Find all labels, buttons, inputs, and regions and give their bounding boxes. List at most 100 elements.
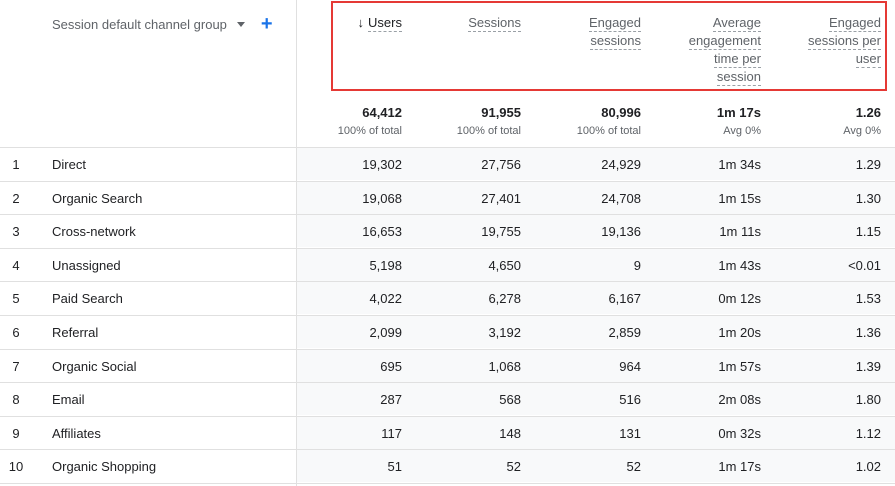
column-header-users[interactable]: ↓ Users xyxy=(300,14,402,33)
row-channel-name: Affiliates xyxy=(52,425,101,441)
table-row[interactable]: 4 Unassigned 5,198 4,650 9 1m 43s <0.01 xyxy=(0,247,895,281)
table-row[interactable]: 1 Direct 19,302 27,756 24,929 1m 34s 1.29 xyxy=(0,147,895,180)
table-bottom-border xyxy=(0,483,895,484)
row-channel-name: Organic Social xyxy=(52,358,137,374)
report-table: Session default channel group + ↓ Users S… xyxy=(0,0,895,486)
totals-row: 64,412 91,955 80,996 1m 17s 1.26 100% of… xyxy=(0,100,895,147)
row-index: 1 xyxy=(12,157,20,172)
total-users: 64,412 xyxy=(362,105,402,120)
row-cell: 24,929 xyxy=(601,157,641,172)
row-cell: 516 xyxy=(619,392,641,408)
row-channel-name: Organic Search xyxy=(52,190,143,206)
row-cell: 1.30 xyxy=(855,190,881,206)
total-engaged-sessions: 80,996 xyxy=(601,105,641,120)
row-cell: 568 xyxy=(499,392,521,408)
row-cell: 1m 34s xyxy=(718,157,761,172)
table-row[interactable]: 10 Organic Shopping 51 52 52 1m 17s 1.02 xyxy=(0,449,895,483)
row-cell: 117 xyxy=(381,425,402,441)
row-channel-name: Cross-network xyxy=(52,224,136,240)
row-cell: 964 xyxy=(619,358,641,374)
row-index: 2 xyxy=(12,190,20,206)
row-cell: 3,192 xyxy=(488,325,521,340)
row-index: 8 xyxy=(12,392,20,408)
table-row[interactable]: 3 Cross-network 16,653 19,755 19,136 1m 11s 1.… xyxy=(0,214,895,248)
total-avg-engagement-time: 1m 17s xyxy=(716,105,761,120)
row-cell: 695 xyxy=(380,358,402,374)
row-cell: 1m 11s xyxy=(719,224,761,240)
table-row[interactable]: 5 Paid Search 4,022 6,278 6,167 0m 12s 1.53 xyxy=(0,281,895,315)
add-dimension-icon[interactable]: + xyxy=(261,14,273,34)
row-cell: 1.15 xyxy=(855,224,881,240)
row-channel-name: Unassigned xyxy=(52,257,121,273)
row-channel-name: Paid Search xyxy=(52,291,123,307)
row-cell: 1.39 xyxy=(855,358,881,374)
column-header-sessions[interactable]: Sessions xyxy=(420,14,521,32)
row-cell: 51 xyxy=(387,459,402,475)
row-channel-name: Referral xyxy=(52,325,99,340)
table-row[interactable]: 8 Email 287 568 516 2m 08s 1.80 xyxy=(0,382,895,416)
row-cell: 1,068 xyxy=(488,358,521,374)
sort-down-icon[interactable]: ↓ xyxy=(358,14,365,33)
row-channel-name: Organic Shopping xyxy=(52,459,157,475)
row-cell: 131 xyxy=(619,425,641,441)
row-cell: 27,756 xyxy=(481,157,521,172)
column-header-avg-engagement-time[interactable]: Average engagement time per session xyxy=(660,14,761,86)
total-engaged-sessions-per-user-sub: Avg 0% xyxy=(843,125,881,137)
row-cell: 0m 12s xyxy=(718,291,761,307)
row-index: 6 xyxy=(12,325,20,340)
row-index: 5 xyxy=(12,291,20,307)
column-header-engaged-sessions-per-user[interactable]: Engaged sessions per user xyxy=(780,14,881,68)
row-cell: 9 xyxy=(633,257,641,273)
row-cell: 27,401 xyxy=(481,190,521,206)
row-cell: 19,068 xyxy=(362,190,402,206)
row-cell: 4,022 xyxy=(369,291,402,307)
dimension-header-label: Session default channel group xyxy=(52,16,227,32)
row-cell: 24,708 xyxy=(601,190,641,206)
total-engaged-sessions-per-user: 1.26 xyxy=(855,105,881,120)
row-cell: 2m 08s xyxy=(718,392,761,408)
row-index: 7 xyxy=(12,358,20,374)
row-cell: 1m 15s xyxy=(718,190,761,206)
table-row[interactable]: 7 Organic Social 695 1,068 964 1m 57s 1.39 xyxy=(0,348,895,382)
total-users-sub: 100% of total xyxy=(337,125,402,137)
row-cell: 19,136 xyxy=(601,224,641,240)
table-row[interactable]: 6 Referral 2,099 3,192 2,859 1m 20s 1.36 xyxy=(0,315,895,348)
row-index: 10 xyxy=(8,459,24,475)
column-header-engaged-sessions[interactable]: Engaged sessions xyxy=(540,14,641,50)
row-cell: 4,650 xyxy=(488,257,521,273)
row-cell: <0.01 xyxy=(848,257,881,273)
total-sessions-sub: 100% of total xyxy=(456,125,521,137)
row-cell: 1m 20s xyxy=(718,325,761,340)
row-cell: 1.12 xyxy=(855,425,881,441)
row-cell: 1m 17s xyxy=(718,459,761,475)
row-cell: 148 xyxy=(499,425,521,441)
table-row[interactable]: 2 Organic Search 19,068 27,401 24,708 1m 15s 1… xyxy=(0,180,895,214)
dimension-header[interactable]: Session default channel group + xyxy=(52,14,273,34)
row-cell: 1.29 xyxy=(855,157,881,172)
table-row[interactable]: 9 Affiliates 117 148 131 0m 32s 1.12 xyxy=(0,415,895,449)
row-cell: 52 xyxy=(506,459,521,475)
row-cell: 19,755 xyxy=(481,224,521,240)
row-cell: 16,653 xyxy=(362,224,402,240)
row-cell: 1.80 xyxy=(855,392,881,408)
row-cell: 19,302 xyxy=(362,157,402,172)
row-cell: 1.02 xyxy=(855,459,881,475)
row-index: 9 xyxy=(12,425,20,441)
row-cell: 1m 57s xyxy=(718,358,761,374)
row-cell: 5,198 xyxy=(369,257,402,273)
row-cell: 2,859 xyxy=(608,325,641,340)
row-cell: 1.36 xyxy=(855,325,881,340)
row-channel-name: Email xyxy=(52,392,85,408)
dimension-dropdown-icon[interactable] xyxy=(236,21,245,27)
row-channel-name: Direct xyxy=(52,157,86,172)
total-engaged-sessions-sub: 100% of total xyxy=(576,125,641,137)
row-cell: 6,278 xyxy=(488,291,521,307)
total-sessions: 91,955 xyxy=(481,105,521,120)
row-cell: 52 xyxy=(626,459,641,475)
total-avg-engagement-time-sub: Avg 0% xyxy=(723,125,761,137)
row-cell: 0m 32s xyxy=(718,425,761,441)
row-index: 3 xyxy=(12,224,20,240)
row-cell: 6,167 xyxy=(608,291,641,307)
row-cell: 287 xyxy=(380,392,402,408)
row-cell: 1.53 xyxy=(855,291,881,307)
